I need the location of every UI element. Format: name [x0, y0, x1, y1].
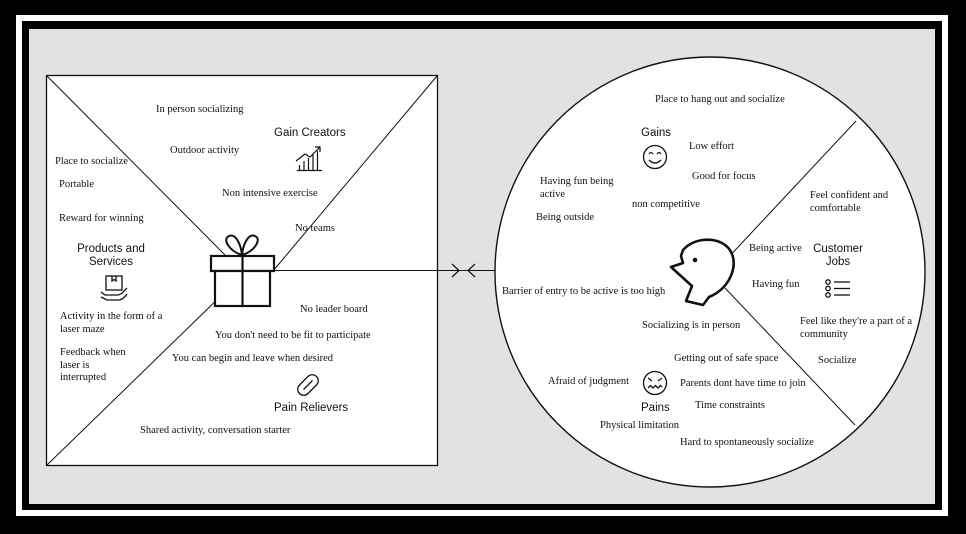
pain-item: Afraid of judgment: [548, 376, 630, 387]
pain-item: Parents dont have time to join: [680, 378, 806, 389]
pain-reliever-item: Shared activity, conversation starter: [140, 425, 291, 436]
gain-creator-item: Non intensive exercise: [222, 188, 318, 199]
gain-item: non competitive: [632, 199, 700, 210]
product-item: Portable: [59, 179, 94, 190]
product-item: Place to socialize: [55, 156, 128, 167]
product-item: Feedback when laser is interrupted: [60, 347, 126, 383]
gains-title: Gains: [641, 127, 672, 139]
customer-job-item: Feel confident and comfortable: [810, 190, 889, 214]
pain-item: Time constraints: [695, 400, 765, 411]
pain-relievers-title: Pain Relievers: [274, 402, 349, 414]
pain-reliever-item: No leader board: [300, 304, 368, 315]
customer-job-item: Socialize: [818, 355, 857, 366]
pain-item: Getting out of safe space: [674, 353, 779, 364]
gain-creator-item: In person socializing: [156, 104, 244, 115]
value-proposition-canvas: Gain Creators In person socializing Outd…: [29, 29, 935, 504]
pain-reliever-item: You can begin and leave when desired: [172, 353, 334, 364]
gain-item: Being outside: [536, 212, 595, 223]
customer-jobs-title: Customer Jobs: [813, 243, 863, 268]
gain-item: Place to hang out and socialize: [655, 94, 785, 105]
customer-job-item: Feel like they're a part of a community: [800, 316, 913, 340]
product-item: Activity in the form of a laser maze: [60, 311, 163, 335]
gain-item: Having fun being active: [540, 176, 614, 200]
pain-reliever-item: You don't need to be fit to participate: [215, 330, 371, 341]
gain-creator-item: No teams: [295, 223, 335, 234]
pain-item: Physical limitation: [600, 420, 680, 431]
customer-job-item: Being active: [749, 243, 802, 254]
gain-creator-item: Outdoor activity: [170, 145, 240, 156]
product-item: Reward for winning: [59, 213, 144, 224]
gain-item: Good for focus: [692, 171, 756, 182]
customer-job-item: Having fun: [752, 279, 800, 290]
pain-item: Socializing is in person: [642, 320, 741, 331]
pain-item: Hard to spontaneously socialize: [680, 437, 814, 448]
products-services-title: Products and Services: [77, 243, 145, 268]
gain-item: Low effort: [689, 141, 734, 152]
pain-item: Barrier of entry to be active is too hig…: [502, 286, 666, 297]
gain-creators-title: Gain Creators: [274, 127, 346, 139]
pains-title: Pains: [641, 402, 670, 414]
